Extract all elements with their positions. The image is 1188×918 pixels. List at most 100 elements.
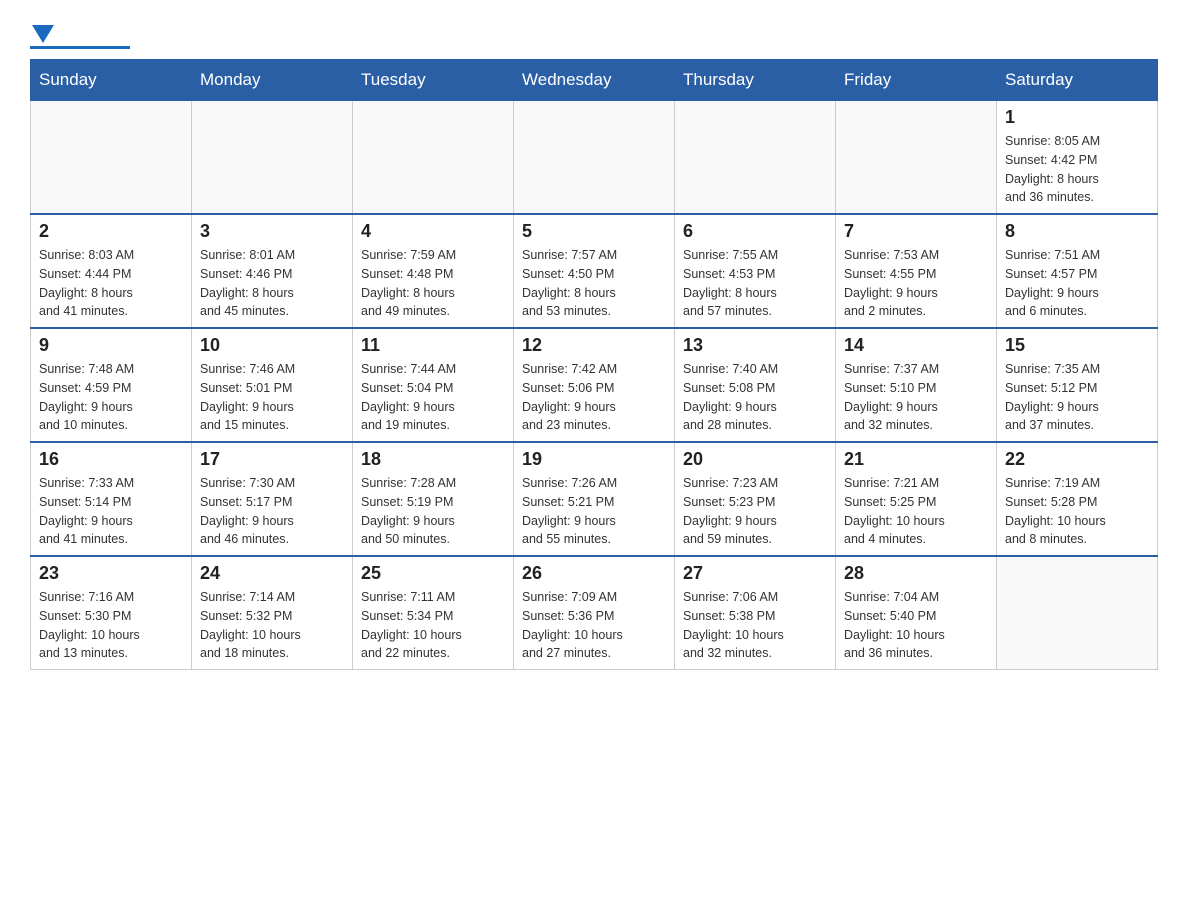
day-info: Sunrise: 7:35 AM Sunset: 5:12 PM Dayligh… xyxy=(1005,360,1149,435)
day-info: Sunrise: 7:26 AM Sunset: 5:21 PM Dayligh… xyxy=(522,474,666,549)
calendar-table: SundayMondayTuesdayWednesdayThursdayFrid… xyxy=(30,59,1158,670)
day-info: Sunrise: 7:04 AM Sunset: 5:40 PM Dayligh… xyxy=(844,588,988,663)
day-number: 23 xyxy=(39,563,183,584)
day-info: Sunrise: 7:42 AM Sunset: 5:06 PM Dayligh… xyxy=(522,360,666,435)
calendar-cell xyxy=(514,101,675,215)
calendar-cell: 15 Sunrise: 7:35 AM Sunset: 5:12 PM Dayli… xyxy=(997,328,1158,442)
day-number: 16 xyxy=(39,449,183,470)
day-info: Sunrise: 8:05 AM Sunset: 4:42 PM Dayligh… xyxy=(1005,132,1149,207)
calendar-cell: 3 Sunrise: 8:01 AM Sunset: 4:46 PM Daylig… xyxy=(192,214,353,328)
calendar-cell: 11 Sunrise: 7:44 AM Sunset: 5:04 PM Dayli… xyxy=(353,328,514,442)
day-number: 20 xyxy=(683,449,827,470)
day-info: Sunrise: 7:57 AM Sunset: 4:50 PM Dayligh… xyxy=(522,246,666,321)
weekday-header-row: SundayMondayTuesdayWednesdayThursdayFrid… xyxy=(31,60,1158,101)
calendar-cell: 2 Sunrise: 8:03 AM Sunset: 4:44 PM Daylig… xyxy=(31,214,192,328)
day-number: 26 xyxy=(522,563,666,584)
calendar-cell xyxy=(31,101,192,215)
day-number: 4 xyxy=(361,221,505,242)
calendar-cell: 13 Sunrise: 7:40 AM Sunset: 5:08 PM Dayli… xyxy=(675,328,836,442)
day-number: 6 xyxy=(683,221,827,242)
week-row-2: 2 Sunrise: 8:03 AM Sunset: 4:44 PM Daylig… xyxy=(31,214,1158,328)
day-info: Sunrise: 7:53 AM Sunset: 4:55 PM Dayligh… xyxy=(844,246,988,321)
day-number: 5 xyxy=(522,221,666,242)
day-info: Sunrise: 7:37 AM Sunset: 5:10 PM Dayligh… xyxy=(844,360,988,435)
weekday-header-sunday: Sunday xyxy=(31,60,192,101)
day-number: 11 xyxy=(361,335,505,356)
day-info: Sunrise: 7:11 AM Sunset: 5:34 PM Dayligh… xyxy=(361,588,505,663)
calendar-cell: 27 Sunrise: 7:06 AM Sunset: 5:38 PM Dayli… xyxy=(675,556,836,670)
calendar-cell: 7 Sunrise: 7:53 AM Sunset: 4:55 PM Daylig… xyxy=(836,214,997,328)
logo-triangle-icon xyxy=(32,25,54,43)
calendar-cell: 19 Sunrise: 7:26 AM Sunset: 5:21 PM Dayli… xyxy=(514,442,675,556)
day-number: 15 xyxy=(1005,335,1149,356)
day-info: Sunrise: 7:21 AM Sunset: 5:25 PM Dayligh… xyxy=(844,474,988,549)
weekday-header-friday: Friday xyxy=(836,60,997,101)
calendar-cell xyxy=(192,101,353,215)
logo xyxy=(30,25,130,49)
day-number: 18 xyxy=(361,449,505,470)
weekday-header-wednesday: Wednesday xyxy=(514,60,675,101)
day-number: 3 xyxy=(200,221,344,242)
day-number: 1 xyxy=(1005,107,1149,128)
day-number: 27 xyxy=(683,563,827,584)
day-info: Sunrise: 7:44 AM Sunset: 5:04 PM Dayligh… xyxy=(361,360,505,435)
day-info: Sunrise: 7:48 AM Sunset: 4:59 PM Dayligh… xyxy=(39,360,183,435)
calendar-cell: 12 Sunrise: 7:42 AM Sunset: 5:06 PM Dayli… xyxy=(514,328,675,442)
weekday-header-monday: Monday xyxy=(192,60,353,101)
day-info: Sunrise: 7:19 AM Sunset: 5:28 PM Dayligh… xyxy=(1005,474,1149,549)
weekday-header-tuesday: Tuesday xyxy=(353,60,514,101)
calendar-cell: 1 Sunrise: 8:05 AM Sunset: 4:42 PM Daylig… xyxy=(997,101,1158,215)
week-row-3: 9 Sunrise: 7:48 AM Sunset: 4:59 PM Daylig… xyxy=(31,328,1158,442)
day-number: 2 xyxy=(39,221,183,242)
day-info: Sunrise: 7:55 AM Sunset: 4:53 PM Dayligh… xyxy=(683,246,827,321)
week-row-1: 1 Sunrise: 8:05 AM Sunset: 4:42 PM Daylig… xyxy=(31,101,1158,215)
day-number: 8 xyxy=(1005,221,1149,242)
day-number: 9 xyxy=(39,335,183,356)
day-number: 25 xyxy=(361,563,505,584)
day-number: 13 xyxy=(683,335,827,356)
calendar-cell: 4 Sunrise: 7:59 AM Sunset: 4:48 PM Daylig… xyxy=(353,214,514,328)
day-info: Sunrise: 8:01 AM Sunset: 4:46 PM Dayligh… xyxy=(200,246,344,321)
day-info: Sunrise: 7:51 AM Sunset: 4:57 PM Dayligh… xyxy=(1005,246,1149,321)
calendar-cell: 14Sunrise: 7:37 AM Sunset: 5:10 PM Dayli… xyxy=(836,328,997,442)
calendar-cell: 6 Sunrise: 7:55 AM Sunset: 4:53 PM Daylig… xyxy=(675,214,836,328)
calendar-cell: 10Sunrise: 7:46 AM Sunset: 5:01 PM Dayli… xyxy=(192,328,353,442)
calendar-cell xyxy=(353,101,514,215)
day-info: Sunrise: 7:59 AM Sunset: 4:48 PM Dayligh… xyxy=(361,246,505,321)
calendar-cell xyxy=(997,556,1158,670)
calendar-cell: 22 Sunrise: 7:19 AM Sunset: 5:28 PM Dayli… xyxy=(997,442,1158,556)
calendar-cell: 23 Sunrise: 7:16 AM Sunset: 5:30 PM Dayli… xyxy=(31,556,192,670)
day-info: Sunrise: 7:14 AM Sunset: 5:32 PM Dayligh… xyxy=(200,588,344,663)
calendar-cell: 26 Sunrise: 7:09 AM Sunset: 5:36 PM Dayli… xyxy=(514,556,675,670)
calendar-cell: 18 Sunrise: 7:28 AM Sunset: 5:19 PM Dayli… xyxy=(353,442,514,556)
day-number: 10 xyxy=(200,335,344,356)
calendar-cell xyxy=(836,101,997,215)
day-info: Sunrise: 7:33 AM Sunset: 5:14 PM Dayligh… xyxy=(39,474,183,549)
day-info: Sunrise: 7:06 AM Sunset: 5:38 PM Dayligh… xyxy=(683,588,827,663)
day-info: Sunrise: 7:40 AM Sunset: 5:08 PM Dayligh… xyxy=(683,360,827,435)
day-info: Sunrise: 7:28 AM Sunset: 5:19 PM Dayligh… xyxy=(361,474,505,549)
weekday-header-thursday: Thursday xyxy=(675,60,836,101)
calendar-cell: 21Sunrise: 7:21 AM Sunset: 5:25 PM Dayli… xyxy=(836,442,997,556)
week-row-5: 23 Sunrise: 7:16 AM Sunset: 5:30 PM Dayli… xyxy=(31,556,1158,670)
day-number: 12 xyxy=(522,335,666,356)
calendar-cell: 17Sunrise: 7:30 AM Sunset: 5:17 PM Dayli… xyxy=(192,442,353,556)
day-number: 7 xyxy=(844,221,988,242)
day-info: Sunrise: 7:23 AM Sunset: 5:23 PM Dayligh… xyxy=(683,474,827,549)
weekday-header-saturday: Saturday xyxy=(997,60,1158,101)
day-info: Sunrise: 7:16 AM Sunset: 5:30 PM Dayligh… xyxy=(39,588,183,663)
day-number: 24 xyxy=(200,563,344,584)
day-info: Sunrise: 8:03 AM Sunset: 4:44 PM Dayligh… xyxy=(39,246,183,321)
day-number: 22 xyxy=(1005,449,1149,470)
calendar-cell: 16 Sunrise: 7:33 AM Sunset: 5:14 PM Dayli… xyxy=(31,442,192,556)
calendar-cell: 25 Sunrise: 7:11 AM Sunset: 5:34 PM Dayli… xyxy=(353,556,514,670)
day-info: Sunrise: 7:09 AM Sunset: 5:36 PM Dayligh… xyxy=(522,588,666,663)
page-header xyxy=(30,20,1158,49)
calendar-cell: 20 Sunrise: 7:23 AM Sunset: 5:23 PM Dayli… xyxy=(675,442,836,556)
calendar-cell: 24 Sunrise: 7:14 AM Sunset: 5:32 PM Dayli… xyxy=(192,556,353,670)
calendar-cell: 9 Sunrise: 7:48 AM Sunset: 4:59 PM Daylig… xyxy=(31,328,192,442)
day-number: 19 xyxy=(522,449,666,470)
calendar-cell: 28 Sunrise: 7:04 AM Sunset: 5:40 PM Dayli… xyxy=(836,556,997,670)
calendar-cell: 8 Sunrise: 7:51 AM Sunset: 4:57 PM Daylig… xyxy=(997,214,1158,328)
day-number: 28 xyxy=(844,563,988,584)
